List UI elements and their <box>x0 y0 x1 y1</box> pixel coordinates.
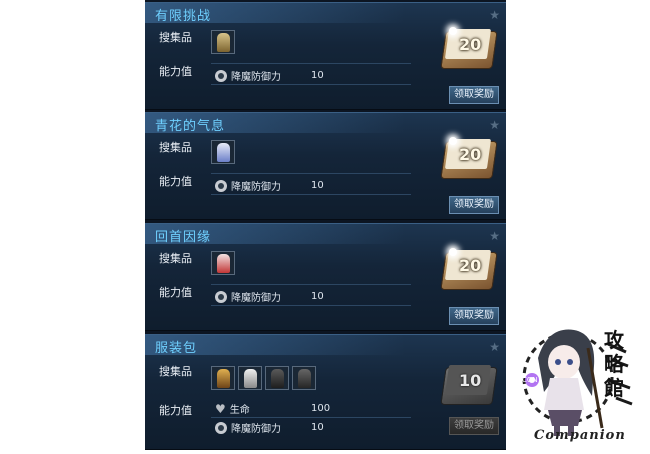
robe-red-icon[interactable] <box>211 251 235 275</box>
favorite-star-icon[interactable]: ★ <box>489 340 500 354</box>
stat-value: 10 <box>311 422 324 433</box>
collection-title: 青花的气息 <box>155 119 226 134</box>
stats-label: 能力值 <box>159 175 192 188</box>
favorite-star-icon[interactable]: ★ <box>489 229 500 243</box>
armor-gold-icon[interactable] <box>211 366 235 390</box>
stat-value: 10 <box>311 291 324 302</box>
collection-card: 有限挑战 ★ 搜集品 能力值 降魔防御力 10 20 领取奖励 <box>145 2 506 110</box>
item-row <box>211 140 235 164</box>
favorite-star-icon[interactable]: ★ <box>489 118 500 132</box>
stat-row: 降魔防御力 10 <box>215 289 324 304</box>
stat-row: 降魔防御力 10 <box>215 420 324 435</box>
claim-reward-button[interactable]: 领取奖励 <box>449 86 499 104</box>
companion-watermark: 攻略館 CQN Companion <box>508 318 650 450</box>
reward-count: 10 <box>459 371 482 390</box>
watermark-caption: Companion <box>534 428 626 443</box>
reward-book-icon: 10 <box>440 361 498 407</box>
item-row <box>211 366 316 390</box>
defense-icon <box>215 421 227 434</box>
stat-row: 降魔防御力 10 <box>215 68 324 83</box>
coat-dark-icon[interactable] <box>265 366 289 390</box>
divider <box>211 84 411 85</box>
stat-value: 10 <box>311 70 324 81</box>
armor-gold-icon[interactable] <box>211 30 235 54</box>
stat-name: 降魔防御力 <box>231 72 281 83</box>
heart-icon: ♥ <box>215 401 226 416</box>
item-row <box>211 30 235 54</box>
reward-book-icon: 20 <box>440 135 498 181</box>
watermark-logo-text: 攻略館 <box>604 328 624 400</box>
stat-name: 降魔防御力 <box>231 182 281 193</box>
reward-count: 20 <box>459 145 482 164</box>
stat-name: 降魔防御力 <box>231 293 281 304</box>
claim-reward-button[interactable]: 领取奖励 <box>449 417 499 435</box>
stats-label: 能力值 <box>159 404 192 417</box>
divider <box>211 194 411 195</box>
reward-count: 20 <box>459 256 482 275</box>
divider <box>211 284 411 285</box>
collection-title: 回首因缘 <box>155 230 212 245</box>
collection-title: 有限挑战 <box>155 9 212 24</box>
stat-row: 降魔防御力 10 <box>215 178 324 193</box>
stat-name: 降魔防御力 <box>231 424 281 435</box>
stats-label: 能力值 <box>159 65 192 78</box>
collection-card: 回首因缘 ★ 搜集品 能力值 降魔防御力 10 20 领取奖励 <box>145 223 506 331</box>
claim-reward-button[interactable]: 领取奖励 <box>449 307 499 325</box>
items-label: 搜集品 <box>159 141 192 154</box>
divider <box>211 305 411 306</box>
collection-title: 服装包 <box>155 341 198 356</box>
stat-value: 100 <box>311 403 331 414</box>
items-label: 搜集品 <box>159 365 192 378</box>
robe-blue-icon[interactable] <box>211 140 235 164</box>
divider <box>211 63 411 64</box>
collection-card: 服装包 ★ 搜集品 能力值 ♥ 生命 100 降魔防御力 10 10 领取奖励 <box>145 334 506 450</box>
stat-name: 生命 <box>229 405 250 416</box>
claim-reward-button[interactable]: 领取奖励 <box>449 196 499 214</box>
items-label: 搜集品 <box>159 31 192 44</box>
defense-icon <box>215 179 227 192</box>
stats-label: 能力值 <box>159 286 192 299</box>
coat-dark-icon[interactable] <box>292 366 316 390</box>
divider <box>211 417 411 418</box>
favorite-star-icon[interactable]: ★ <box>489 8 500 22</box>
items-label: 搜集品 <box>159 252 192 265</box>
reward-book-icon: 20 <box>440 25 498 71</box>
collection-card: 青花的气息 ★ 搜集品 能力值 降魔防御力 10 20 领取奖励 <box>145 112 506 220</box>
defense-icon <box>215 69 227 82</box>
item-row <box>211 251 235 275</box>
stat-row: ♥ 生命 100 <box>215 401 330 417</box>
reward-book-icon: 20 <box>440 246 498 292</box>
defense-icon <box>215 290 227 303</box>
divider <box>211 173 411 174</box>
watermark-badge: CQN <box>522 376 538 384</box>
collection-panel: 有限挑战 ★ 搜集品 能力值 降魔防御力 10 20 领取奖励 青花的气息 ★ … <box>145 0 506 450</box>
robe-white-icon[interactable] <box>238 366 262 390</box>
reward-count: 20 <box>459 35 482 54</box>
stat-value: 10 <box>311 180 324 191</box>
